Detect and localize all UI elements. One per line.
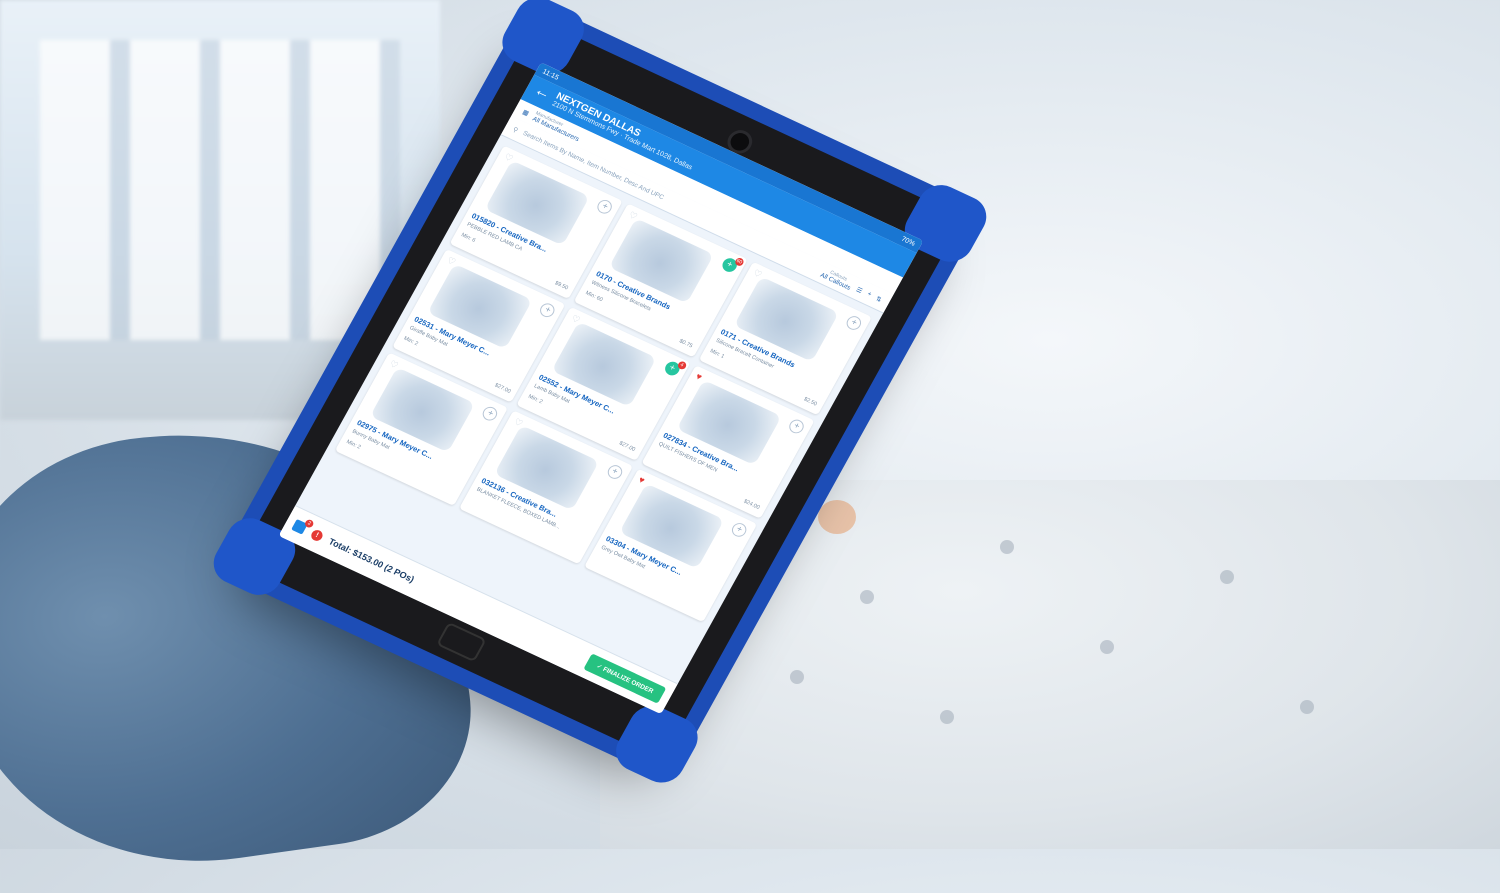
- product-price: $24.00: [742, 498, 761, 511]
- hamburger-menu-icon[interactable]: ☰: [855, 285, 864, 295]
- product-price: $27.00: [493, 382, 512, 395]
- product-min-qty: Min: 2: [402, 335, 420, 348]
- product-min-qty: Min: 2: [526, 393, 544, 406]
- alert-icon[interactable]: !: [309, 527, 325, 543]
- back-arrow-icon[interactable]: ←: [531, 82, 554, 105]
- add-to-order-button[interactable]: +: [844, 313, 864, 333]
- add-to-order-button[interactable]: +: [537, 301, 558, 320]
- add-to-order-button[interactable]: +: [786, 417, 807, 436]
- product-min-qty: Min: 60: [584, 290, 604, 304]
- person-finger: [818, 500, 856, 534]
- add-to-order-button[interactable]: +: [604, 462, 625, 481]
- add-to-order-button[interactable]: +: [595, 197, 615, 217]
- product-price: $0.75: [678, 338, 694, 350]
- filter-icon: ▦: [521, 108, 531, 117]
- search-icon: ⚲: [511, 125, 520, 134]
- heart-icon[interactable]: ♥: [694, 371, 704, 382]
- product-price: $2.50: [802, 396, 818, 408]
- add-to-order-button[interactable]: +: [480, 404, 500, 423]
- product-min-qty: Min: 6: [459, 232, 477, 244]
- order-total: Total: $153.00 (2 POs): [326, 536, 416, 585]
- product-min-qty: Min: 2: [345, 439, 362, 451]
- product-min-qty: Min: 1: [708, 348, 726, 360]
- add-to-order-button[interactable]: +: [729, 520, 749, 540]
- sort-icon[interactable]: ⇅: [875, 294, 884, 303]
- heart-icon[interactable]: ♥: [637, 475, 647, 486]
- cart-icon[interactable]: [291, 519, 308, 535]
- finalize-order-button[interactable]: ✓ FINALIZE ORDER: [583, 653, 667, 704]
- product-price: $27.00: [617, 440, 637, 453]
- plus-icon[interactable]: +: [866, 290, 873, 298]
- product-price: $9.50: [553, 280, 569, 292]
